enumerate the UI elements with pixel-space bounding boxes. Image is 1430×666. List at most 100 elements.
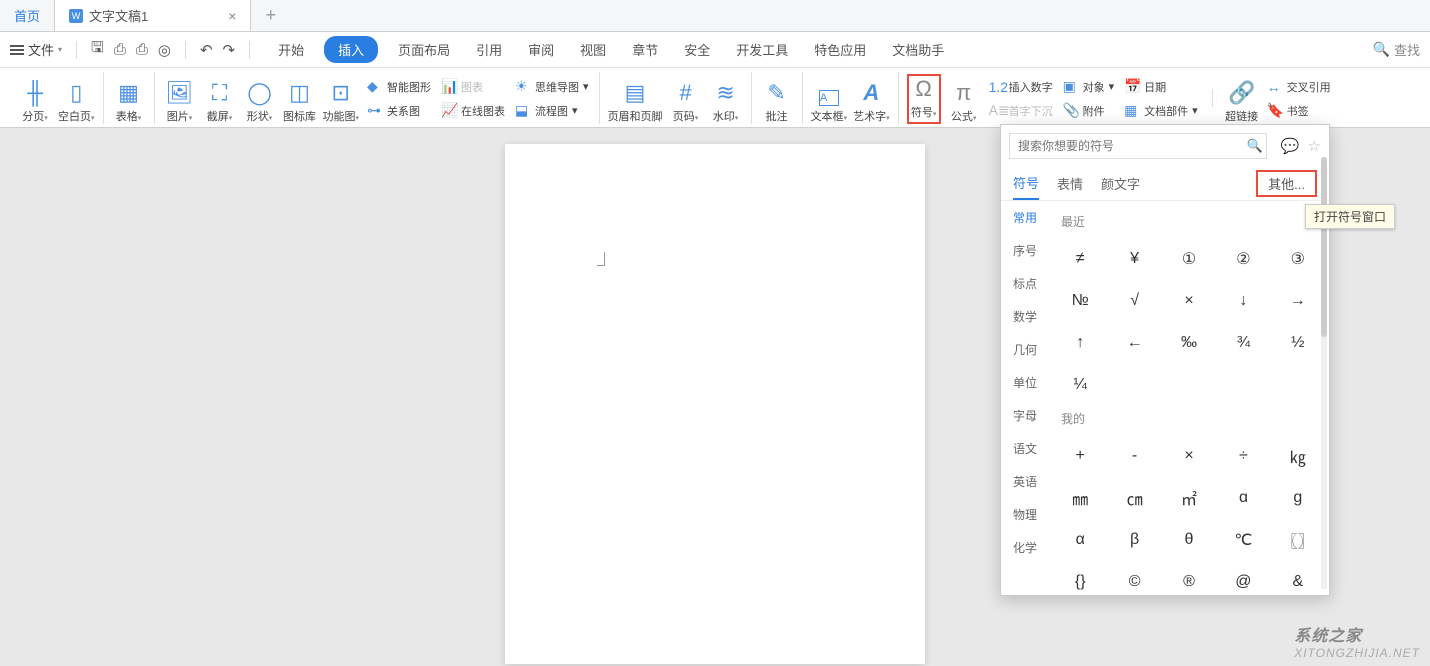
page-number-button[interactable]: #页码▾ — [669, 74, 703, 124]
symbol-cell[interactable]: ㎝ — [1107, 477, 1161, 519]
popup-tab-2[interactable]: 颜文字 — [1101, 168, 1140, 199]
symbol-cell[interactable]: θ — [1162, 519, 1216, 561]
cross-reference-button[interactable]: ↔交叉引用 — [1265, 76, 1333, 98]
symbol-cell[interactable]: - — [1107, 435, 1161, 477]
undo-icon[interactable]: ↶ — [200, 41, 213, 59]
flowchart-button[interactable]: ⬓流程图▾ — [513, 100, 591, 122]
more-symbols-button[interactable]: 其他... — [1256, 170, 1317, 197]
symbol-cell[interactable]: ㎜ — [1053, 477, 1107, 519]
function-chart-button[interactable]: ⊡功能图▾ — [323, 74, 360, 124]
table-button[interactable]: ▦表格▾ — [112, 74, 146, 124]
close-icon[interactable]: × — [228, 8, 236, 24]
symbol-cell[interactable]: ↓ — [1216, 280, 1270, 322]
picture-button[interactable]: 🖼图片▾ — [163, 74, 197, 124]
symbol-cell[interactable]: ÷ — [1216, 435, 1270, 477]
smart-graphic-button[interactable]: ◆智能图形 — [365, 76, 433, 98]
symbol-cell[interactable]: ㎏ — [1271, 435, 1325, 477]
page-break-button[interactable]: ╫分页▾ — [18, 74, 52, 124]
redo-icon[interactable]: ↷ — [223, 41, 236, 59]
header-footer-button[interactable]: ▤页眉和页脚 — [608, 74, 663, 124]
symbol-cell[interactable]: × — [1162, 280, 1216, 322]
ribbon-tab-0[interactable]: 开始 — [272, 36, 310, 63]
symbol-cell[interactable]: ① — [1162, 238, 1216, 280]
symbol-cell[interactable]: ← — [1107, 322, 1161, 364]
object-button[interactable]: ▣对象▾ — [1061, 76, 1117, 98]
symbol-cell[interactable]: ‰ — [1162, 322, 1216, 364]
chart-button[interactable]: 📊图表 — [439, 76, 507, 98]
popup-tab-0[interactable]: 符号 — [1013, 167, 1039, 200]
bookmark-button[interactable]: 🔖书签 — [1265, 100, 1333, 122]
symbol-button[interactable]: Ω符号▾ — [907, 74, 941, 124]
tab-document[interactable]: W 文字文稿1 × — [55, 0, 251, 31]
symbol-category[interactable]: 单位 — [1001, 366, 1049, 399]
symbol-search-input[interactable] — [1009, 133, 1267, 159]
symbol-cell[interactable]: ¾ — [1216, 322, 1270, 364]
ribbon-tab-6[interactable]: 章节 — [626, 36, 664, 63]
symbol-cell[interactable]: ¥ — [1107, 238, 1161, 280]
symbol-cell[interactable]: № — [1053, 280, 1107, 322]
symbol-cell[interactable]: ≠ — [1053, 238, 1107, 280]
symbol-cell[interactable]: & — [1271, 561, 1325, 595]
new-tab-button[interactable]: + — [251, 0, 290, 31]
symbol-cell[interactable]: × — [1162, 435, 1216, 477]
symbol-category[interactable]: 几何 — [1001, 333, 1049, 366]
symbol-category[interactable]: 物理 — [1001, 498, 1049, 531]
preview-icon[interactable]: ◎ — [158, 41, 171, 59]
page[interactable] — [505, 144, 925, 664]
mindmap-button[interactable]: ☀思维导图▾ — [513, 76, 591, 98]
search-icon[interactable]: 🔍 — [1247, 138, 1263, 154]
insert-number-button[interactable]: 1.2插入数字 — [987, 76, 1055, 98]
shapes-button[interactable]: ◯形状▾ — [243, 74, 277, 124]
symbol-cell[interactable]: ↑ — [1053, 322, 1107, 364]
symbol-category[interactable]: 标点 — [1001, 267, 1049, 300]
attachment-button[interactable]: 📎附件 — [1061, 100, 1117, 122]
symbol-cell[interactable]: © — [1107, 561, 1161, 595]
icon-library-button[interactable]: ◫图标库 — [283, 74, 317, 124]
symbol-category[interactable]: 化学 — [1001, 531, 1049, 564]
symbol-category[interactable]: 语文 — [1001, 432, 1049, 465]
ribbon-tab-9[interactable]: 特色应用 — [808, 36, 872, 63]
drop-cap-button[interactable]: A≣首字下沉 — [987, 100, 1055, 122]
comment-button[interactable]: ✎批注 — [760, 74, 794, 124]
symbol-cell[interactable]: ㎡ — [1162, 477, 1216, 519]
doc-parts-button[interactable]: ▦文档部件▾ — [1122, 100, 1200, 122]
symbol-cell[interactable]: ℃ — [1216, 519, 1270, 561]
online-chart-button[interactable]: 📈在线图表 — [439, 100, 507, 122]
symbol-category[interactable]: 数学 — [1001, 300, 1049, 333]
save-icon[interactable]: 🖫 — [91, 37, 104, 62]
symbol-cell[interactable]: β — [1107, 519, 1161, 561]
watermark-button[interactable]: ≋水印▾ — [709, 74, 743, 124]
symbol-cell[interactable]: ɑ — [1216, 477, 1270, 519]
print-icon[interactable]: ⎙ — [136, 41, 148, 58]
relation-chart-button[interactable]: ⊶关系图 — [365, 100, 433, 122]
tab-home[interactable]: 首页 — [0, 0, 55, 31]
popup-tab-1[interactable]: 表情 — [1057, 168, 1083, 199]
screenshot-button[interactable]: ⛶截屏▾ — [203, 74, 237, 124]
ribbon-tab-8[interactable]: 开发工具 — [730, 36, 794, 63]
textbox-button[interactable]: A文本框▾ — [811, 74, 848, 124]
symbol-cell[interactable]: ③ — [1271, 238, 1325, 280]
symbol-cell[interactable]: ® — [1162, 561, 1216, 595]
symbol-cell[interactable]: + — [1053, 435, 1107, 477]
symbol-category[interactable]: 字母 — [1001, 399, 1049, 432]
symbol-category[interactable]: 序号 — [1001, 234, 1049, 267]
ribbon-tab-5[interactable]: 视图 — [574, 36, 612, 63]
ribbon-tab-3[interactable]: 引用 — [470, 36, 508, 63]
symbol-cell[interactable]: 〖〗 — [1271, 519, 1325, 561]
ribbon-tab-4[interactable]: 审阅 — [522, 36, 560, 63]
symbol-cell[interactable]: ɡ — [1271, 477, 1325, 519]
ribbon-tab-2[interactable]: 页面布局 — [392, 36, 456, 63]
symbol-cell[interactable]: {} — [1053, 561, 1107, 595]
symbol-cell[interactable]: ② — [1216, 238, 1270, 280]
symbol-cell[interactable]: ½ — [1271, 322, 1325, 364]
symbol-cell[interactable]: √ — [1107, 280, 1161, 322]
date-button[interactable]: 📅日期 — [1122, 76, 1200, 98]
pin-icon[interactable]: ☆ — [1308, 137, 1321, 155]
symbol-cell[interactable]: @ — [1216, 561, 1270, 595]
ribbon-tab-1[interactable]: 插入 — [324, 36, 378, 63]
quick-search[interactable]: 🔍 查找 — [1373, 40, 1420, 59]
print-preview-icon[interactable]: ⎙ — [114, 41, 126, 58]
file-menu[interactable]: 文件 ▾ — [10, 40, 62, 59]
symbol-category[interactable]: 英语 — [1001, 465, 1049, 498]
scrollbar[interactable] — [1321, 201, 1327, 589]
